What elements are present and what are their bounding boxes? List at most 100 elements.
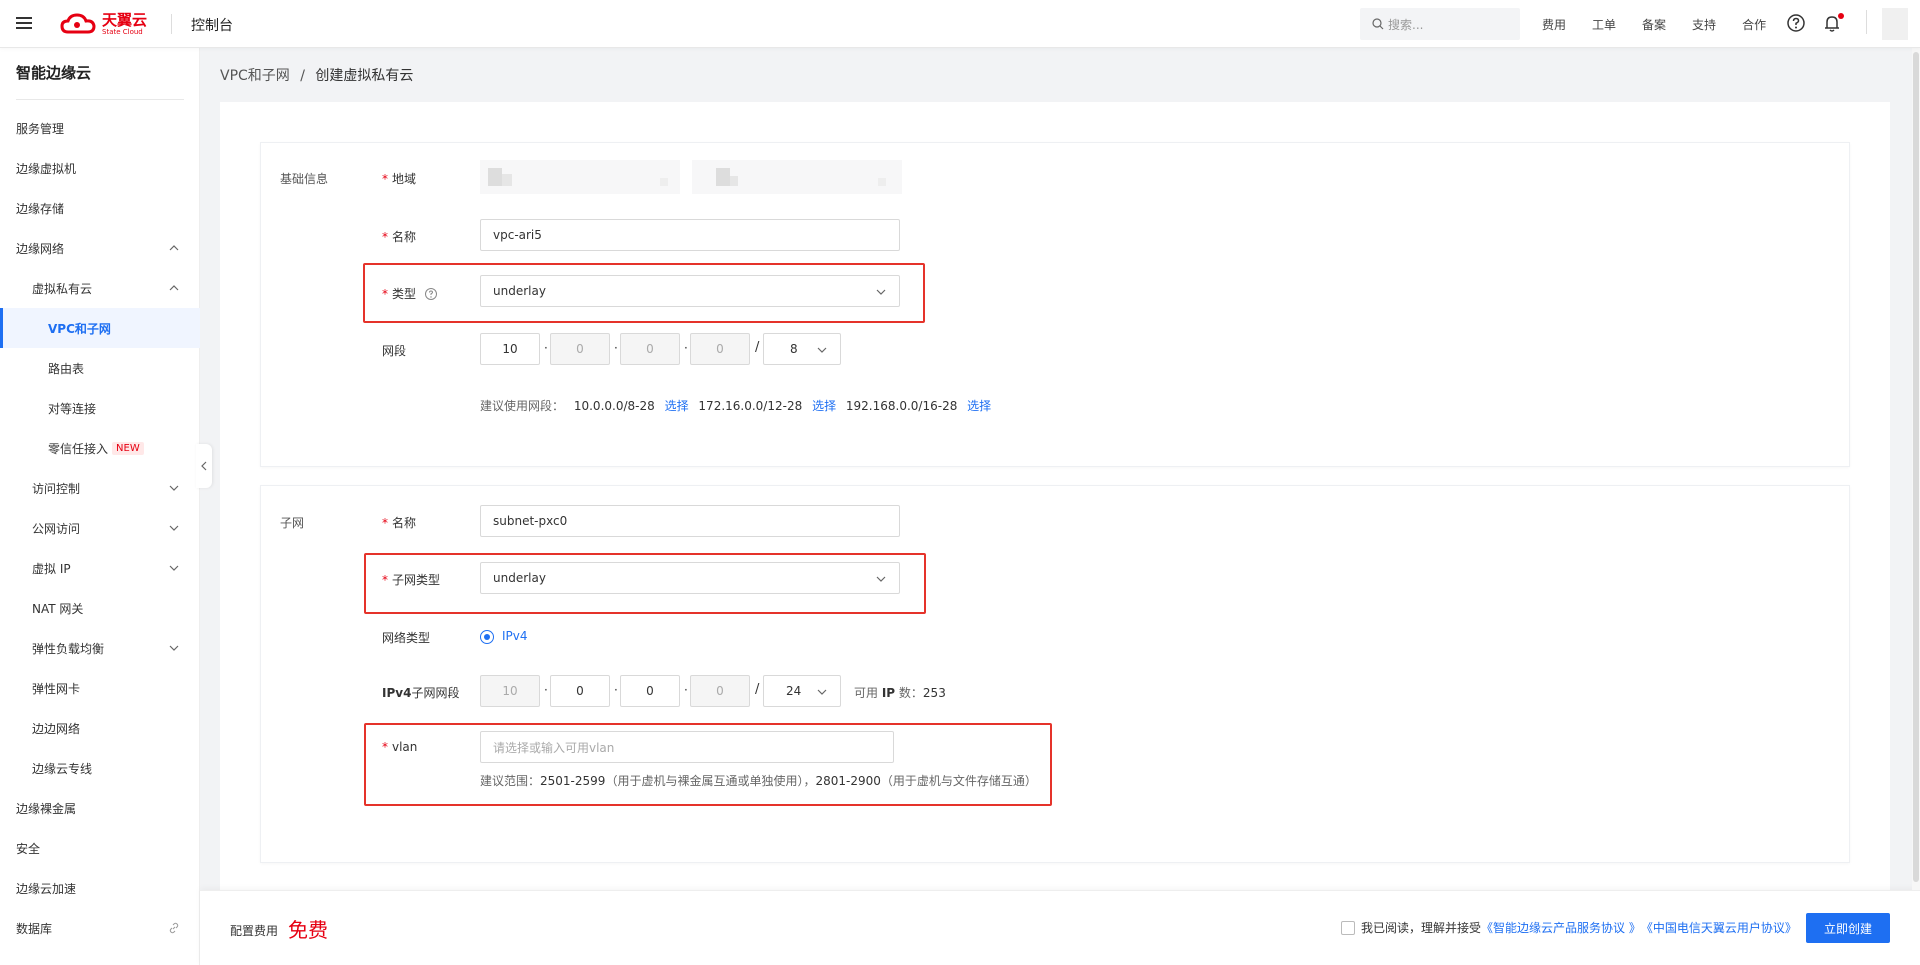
sidebar-item-virtual-ip[interactable]: 虚拟 IP bbox=[0, 548, 200, 588]
chevron-down-icon bbox=[169, 645, 179, 651]
highlight-box bbox=[364, 723, 1052, 806]
sidebar-item-acceleration[interactable]: 边缘云加速 bbox=[0, 868, 200, 908]
slash-separator: / bbox=[755, 340, 760, 355]
sidebar-item-label: 边缘云专线 bbox=[32, 761, 93, 776]
external-link-icon bbox=[169, 922, 179, 934]
subnet-name-input[interactable]: subnet-pxc0 bbox=[480, 505, 900, 537]
ipv4-radio-label[interactable]: IPv4 bbox=[502, 629, 528, 643]
sidebar-item-label: 对等连接 bbox=[48, 401, 97, 416]
scrollbar[interactable] bbox=[1912, 48, 1920, 890]
top-link-partner[interactable]: 合作 bbox=[1742, 16, 1766, 33]
agreement-link-user[interactable]: 《中国电信天翼云用户协议》 bbox=[1641, 919, 1797, 936]
divider bbox=[1866, 10, 1867, 34]
fee-label: 配置费用 bbox=[230, 924, 279, 938]
footer-bar: 配置费用 免费 我已阅读，理解并接受 《智能边缘云产品服务协议 》 《中国电信天… bbox=[200, 890, 1920, 965]
chevron-down-icon bbox=[817, 689, 827, 695]
subnet-octet-2[interactable]: 0 bbox=[550, 675, 610, 707]
sidebar-item-bare-metal[interactable]: 边缘裸金属 bbox=[0, 788, 200, 828]
select-link[interactable]: 选择 bbox=[665, 399, 689, 413]
sidebar-item-service[interactable]: 服务管理 bbox=[0, 108, 200, 148]
bell-icon[interactable] bbox=[1822, 13, 1844, 35]
sidebar-item-vpc-group[interactable]: 虚拟私有云 bbox=[0, 268, 200, 308]
subnet-name-label: * 名称 bbox=[382, 516, 417, 530]
region-select-1[interactable] bbox=[480, 160, 680, 194]
chevron-left-icon bbox=[201, 461, 207, 471]
search-icon bbox=[1372, 18, 1384, 30]
chevron-up-icon bbox=[169, 285, 179, 291]
sidebar-item-peering[interactable]: 对等连接 bbox=[0, 388, 200, 428]
help-icon[interactable] bbox=[1786, 13, 1808, 35]
notification-dot bbox=[1838, 13, 1844, 19]
sidebar-item-label: 弹性负载均衡 bbox=[32, 641, 105, 656]
menu-icon[interactable] bbox=[16, 14, 36, 34]
sidebar-item-label: 边边网络 bbox=[32, 721, 81, 736]
subnet-octet-3[interactable]: 0 bbox=[620, 675, 680, 707]
cidr-label: 网段 bbox=[382, 344, 407, 358]
sidebar-item-label: 边缘网络 bbox=[16, 241, 65, 256]
top-link-support[interactable]: 支持 bbox=[1692, 16, 1716, 33]
sidebar-item-route-table[interactable]: 路由表 bbox=[0, 348, 200, 388]
sidebar-item-elb[interactable]: 弹性负载均衡 bbox=[0, 628, 200, 668]
breadcrumb-current: 创建虚拟私有云 bbox=[315, 68, 414, 84]
agreement: 我已阅读，理解并接受 《智能边缘云产品服务协议 》 《中国电信天翼云用户协议》 bbox=[1341, 919, 1797, 936]
sidebar-item-security[interactable]: 安全 bbox=[0, 828, 200, 868]
console-link[interactable]: 控制台 bbox=[191, 15, 233, 35]
subnet-mask-value: 24 bbox=[786, 684, 802, 698]
highlight-box bbox=[364, 553, 926, 614]
sidebar-item-label: 安全 bbox=[16, 841, 41, 856]
sidebar-item-label: 弹性网卡 bbox=[32, 681, 81, 696]
chevron-down-icon bbox=[169, 485, 179, 491]
sidebar-item-edge-network[interactable]: 边边网络 bbox=[0, 708, 200, 748]
breadcrumb-separator: / bbox=[300, 68, 305, 84]
dot-separator: · bbox=[544, 341, 548, 355]
scrollbar-thumb[interactable] bbox=[1913, 52, 1919, 882]
cloud-logo-icon bbox=[60, 13, 96, 34]
sidebar-item-zero-trust[interactable]: 零信任接入 NEW bbox=[0, 428, 200, 468]
dot-separator: · bbox=[614, 683, 618, 697]
ipv4-radio[interactable] bbox=[480, 630, 494, 644]
sidebar-item-storage[interactable]: 边缘存储 bbox=[0, 188, 200, 228]
search-input[interactable]: 搜索... bbox=[1360, 8, 1520, 40]
select-link[interactable]: 选择 bbox=[812, 399, 836, 413]
sidebar-item-access-control[interactable]: 访问控制 bbox=[0, 468, 200, 508]
subnet-title: 子网 bbox=[280, 516, 305, 530]
sidebar-item-dedicated-line[interactable]: 边缘云专线 bbox=[0, 748, 200, 788]
avatar[interactable] bbox=[1882, 8, 1908, 40]
vpc-name-label: * 名称 bbox=[382, 230, 417, 244]
region-select-2[interactable] bbox=[692, 160, 902, 194]
top-bar: 天翼云 State Cloud 控制台 搜索... 费用 工单 备案 支持 合作 bbox=[0, 0, 1920, 48]
sidebar-item-nat[interactable]: NAT 网关 bbox=[0, 588, 200, 628]
sidebar-collapse-button[interactable] bbox=[196, 444, 212, 488]
chevron-up-icon bbox=[169, 245, 179, 251]
breadcrumb-parent[interactable]: VPC和子网 bbox=[220, 68, 290, 84]
top-link-fee[interactable]: 费用 bbox=[1542, 16, 1566, 33]
select-link[interactable]: 选择 bbox=[967, 399, 991, 413]
logo[interactable]: 天翼云 State Cloud bbox=[60, 10, 147, 38]
sidebar-item-vpc-subnet[interactable]: VPC和子网 bbox=[0, 308, 200, 348]
sidebar-item-public-access[interactable]: 公网访问 bbox=[0, 508, 200, 548]
sidebar: 智能边缘云 服务管理 边缘虚拟机 边缘存储 边缘网络 虚拟私有云 VPC和子网 … bbox=[0, 48, 200, 965]
dot-separator: · bbox=[544, 683, 548, 697]
sidebar-item-label: 虚拟私有云 bbox=[32, 281, 93, 296]
chevron-down-icon bbox=[817, 347, 827, 353]
sidebar-item-database[interactable]: 数据库 bbox=[0, 908, 200, 948]
cidr-octet-1[interactable]: 10 bbox=[480, 333, 540, 365]
sidebar-item-eni[interactable]: 弹性网卡 bbox=[0, 668, 200, 708]
fee-value: 免费 bbox=[288, 918, 328, 942]
create-button[interactable]: 立即创建 bbox=[1806, 913, 1890, 943]
sidebar-item-label: 路由表 bbox=[48, 361, 85, 376]
subnet-mask-select[interactable]: 24 bbox=[763, 675, 841, 707]
agree-checkbox[interactable] bbox=[1341, 920, 1355, 935]
cidr-octet-4: 0 bbox=[690, 333, 750, 365]
sidebar-item-vm[interactable]: 边缘虚拟机 bbox=[0, 148, 200, 188]
vpc-name-input[interactable]: vpc-ari5 bbox=[480, 219, 900, 251]
top-link-filing[interactable]: 备案 bbox=[1642, 16, 1666, 33]
sidebar-item-label: 边缘云加速 bbox=[16, 881, 77, 896]
ipv4-cidr-label: IPv4子网网段 bbox=[382, 686, 460, 700]
subnet-octet-1: 10 bbox=[480, 675, 540, 707]
cidr-mask-select[interactable]: 8 bbox=[763, 333, 841, 365]
agreement-link-product[interactable]: 《智能边缘云产品服务协议 》 bbox=[1481, 919, 1641, 936]
search-placeholder: 搜索... bbox=[1388, 17, 1424, 32]
top-link-ticket[interactable]: 工单 bbox=[1592, 16, 1616, 33]
sidebar-item-network[interactable]: 边缘网络 bbox=[0, 228, 200, 268]
